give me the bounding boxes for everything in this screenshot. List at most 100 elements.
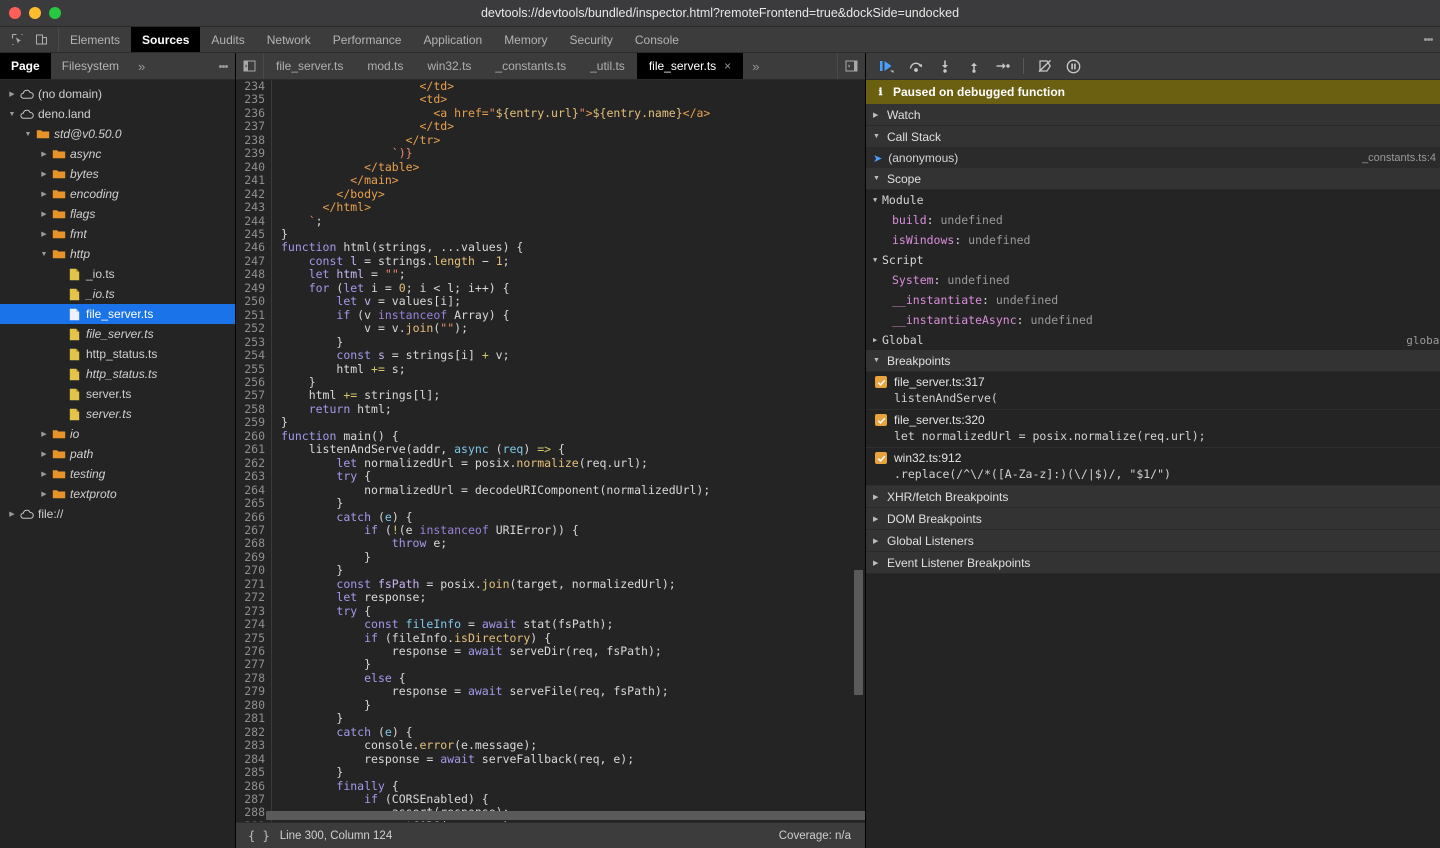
- step-icon[interactable]: [990, 56, 1015, 77]
- line-number[interactable]: 250: [236, 295, 265, 308]
- line-number[interactable]: 241: [236, 174, 265, 187]
- line-number[interactable]: 274: [236, 618, 265, 631]
- scope-entry[interactable]: isWindows : undefined: [866, 230, 1440, 250]
- breakpoint-item[interactable]: win32.ts:912.replace(/^\/*([A-Za-z]:)(\/…: [866, 448, 1440, 486]
- scope-group-script[interactable]: ▼ Script: [866, 250, 1440, 270]
- line-number[interactable]: 269: [236, 551, 265, 564]
- editor-tab-file_server-ts[interactable]: file_server.ts×: [637, 53, 743, 79]
- scope-entry[interactable]: __instantiateAsync : undefined: [866, 310, 1440, 330]
- line-number[interactable]: 238: [236, 134, 265, 147]
- line-number[interactable]: 272: [236, 591, 265, 604]
- editor-vertical-scrollbar[interactable]: [854, 570, 863, 695]
- tree-file-http_status.ts[interactable]: http_status.ts: [0, 344, 235, 364]
- tree-domain-deno.land[interactable]: ▼deno.land: [0, 104, 235, 124]
- line-number[interactable]: 281: [236, 712, 265, 725]
- tree-file-server.ts[interactable]: server.ts: [0, 384, 235, 404]
- show-debugger-sidebar-icon[interactable]: [837, 53, 865, 79]
- editor-horizontal-scrollbar[interactable]: [266, 811, 865, 820]
- maximize-window-button[interactable]: [49, 7, 61, 19]
- tab-sources[interactable]: Sources: [131, 27, 200, 52]
- line-number[interactable]: 266: [236, 511, 265, 524]
- tab-performance[interactable]: Performance: [322, 27, 413, 52]
- line-number[interactable]: 257: [236, 389, 265, 402]
- breakpoint-checkbox[interactable]: [875, 376, 887, 388]
- line-number[interactable]: 280: [236, 699, 265, 712]
- tree-file-http_status.ts[interactable]: http_status.ts: [0, 364, 235, 384]
- line-number[interactable]: 285: [236, 766, 265, 779]
- tree-file-_io.ts[interactable]: _io.ts: [0, 264, 235, 284]
- line-number[interactable]: 237: [236, 120, 265, 133]
- tab-memory[interactable]: Memory: [493, 27, 558, 52]
- scope-group-module[interactable]: ▼ Module: [866, 190, 1440, 210]
- line-number[interactable]: 252: [236, 322, 265, 335]
- tree-folder-http[interactable]: ▼http: [0, 244, 235, 264]
- line-number[interactable]: 243: [236, 201, 265, 214]
- section-watch[interactable]: ▶ Watch: [866, 104, 1440, 126]
- chevron-right-icon[interactable]: ▶: [38, 450, 50, 458]
- chevron-right-icon[interactable]: ▶: [38, 490, 50, 498]
- call-stack-frame[interactable]: ➤ (anonymous) _constants.ts:4: [866, 148, 1440, 168]
- tab-elements[interactable]: Elements: [59, 27, 131, 52]
- chevron-right-icon[interactable]: ▶: [6, 510, 18, 518]
- tree-folder-std@v0.50.0[interactable]: ▼std@v0.50.0: [0, 124, 235, 144]
- tab-console[interactable]: Console: [624, 27, 690, 52]
- tree-domain-file://[interactable]: ▶file://: [0, 504, 235, 524]
- line-number[interactable]: 262: [236, 457, 265, 470]
- tab-audits[interactable]: Audits: [200, 27, 255, 52]
- tree-folder-io[interactable]: ▶io: [0, 424, 235, 444]
- scope-group-global[interactable]: ▶ Global global: [866, 330, 1440, 350]
- device-toolbar-icon[interactable]: [30, 30, 52, 50]
- chevron-right-icon[interactable]: ▶: [38, 430, 50, 438]
- breakpoint-item[interactable]: file_server.ts:320let normalizedUrl = po…: [866, 410, 1440, 448]
- chevron-right-icon[interactable]: ▶: [38, 230, 50, 238]
- step-out-of-current-function-icon[interactable]: [961, 56, 986, 77]
- breakpoint-item[interactable]: file_server.ts:317listenAndServe(: [866, 372, 1440, 410]
- line-number[interactable]: 263: [236, 470, 265, 483]
- editor-tab-_util-ts[interactable]: _util.ts: [578, 53, 637, 79]
- resume-script-execution-icon[interactable]: [874, 56, 899, 77]
- chevron-right-icon[interactable]: ▶: [38, 470, 50, 478]
- line-number[interactable]: 279: [236, 685, 265, 698]
- line-number[interactable]: 246: [236, 241, 265, 254]
- line-number[interactable]: 264: [236, 484, 265, 497]
- nav-tab-filesystem[interactable]: Filesystem: [51, 53, 130, 79]
- editor-tabs-overflow-icon[interactable]: »: [743, 53, 768, 79]
- section-xhr-fetch-breakpoints[interactable]: ▶ XHR/fetch Breakpoints: [866, 486, 1440, 508]
- line-number[interactable]: 248: [236, 268, 265, 281]
- line-number[interactable]: 288: [236, 806, 265, 819]
- nav-tab-page[interactable]: Page: [0, 53, 51, 79]
- section-dom-breakpoints[interactable]: ▶ DOM Breakpoints: [866, 508, 1440, 530]
- tree-folder-async[interactable]: ▶async: [0, 144, 235, 164]
- editor-tab-_constants-ts[interactable]: _constants.ts: [483, 53, 578, 79]
- line-number[interactable]: 253: [236, 336, 265, 349]
- tree-domain-(no domain)[interactable]: ▶(no domain): [0, 84, 235, 104]
- line-number[interactable]: 284: [236, 753, 265, 766]
- line-number[interactable]: 260: [236, 430, 265, 443]
- tree-folder-bytes[interactable]: ▶bytes: [0, 164, 235, 184]
- line-number[interactable]: 258: [236, 403, 265, 416]
- tree-folder-fmt[interactable]: ▶fmt: [0, 224, 235, 244]
- chevron-right-icon[interactable]: ▶: [38, 190, 50, 198]
- deactivate-breakpoints-icon[interactable]: [1032, 56, 1057, 77]
- tab-network[interactable]: Network: [256, 27, 322, 52]
- line-number[interactable]: 275: [236, 632, 265, 645]
- line-number[interactable]: 239: [236, 147, 265, 160]
- more-options-icon[interactable]: [1416, 27, 1440, 52]
- tree-file-file_server.ts[interactable]: file_server.ts: [0, 324, 235, 344]
- chevron-right-icon[interactable]: ▶: [6, 90, 18, 98]
- chevron-down-icon[interactable]: ▼: [6, 111, 18, 118]
- source-code-text[interactable]: </td> <td> <a href="${entry.url}">${entr…: [272, 80, 865, 822]
- chevron-right-icon[interactable]: ▶: [38, 210, 50, 218]
- tree-folder-path[interactable]: ▶path: [0, 444, 235, 464]
- tab-application[interactable]: Application: [412, 27, 493, 52]
- editor-tab-win32-ts[interactable]: win32.ts: [415, 53, 483, 79]
- tree-file-_io.ts[interactable]: _io.ts: [0, 284, 235, 304]
- line-number[interactable]: 277: [236, 658, 265, 671]
- line-number[interactable]: 273: [236, 605, 265, 618]
- code-editor-viewport[interactable]: 2342352362372382392402412422432442452462…: [236, 80, 865, 822]
- editor-tab-mod-ts[interactable]: mod.ts: [355, 53, 415, 79]
- tree-file-file_server.ts[interactable]: file_server.ts: [0, 304, 235, 324]
- scope-entry[interactable]: System : undefined: [866, 270, 1440, 290]
- scope-entry[interactable]: build : undefined: [866, 210, 1440, 230]
- line-number[interactable]: 245: [236, 228, 265, 241]
